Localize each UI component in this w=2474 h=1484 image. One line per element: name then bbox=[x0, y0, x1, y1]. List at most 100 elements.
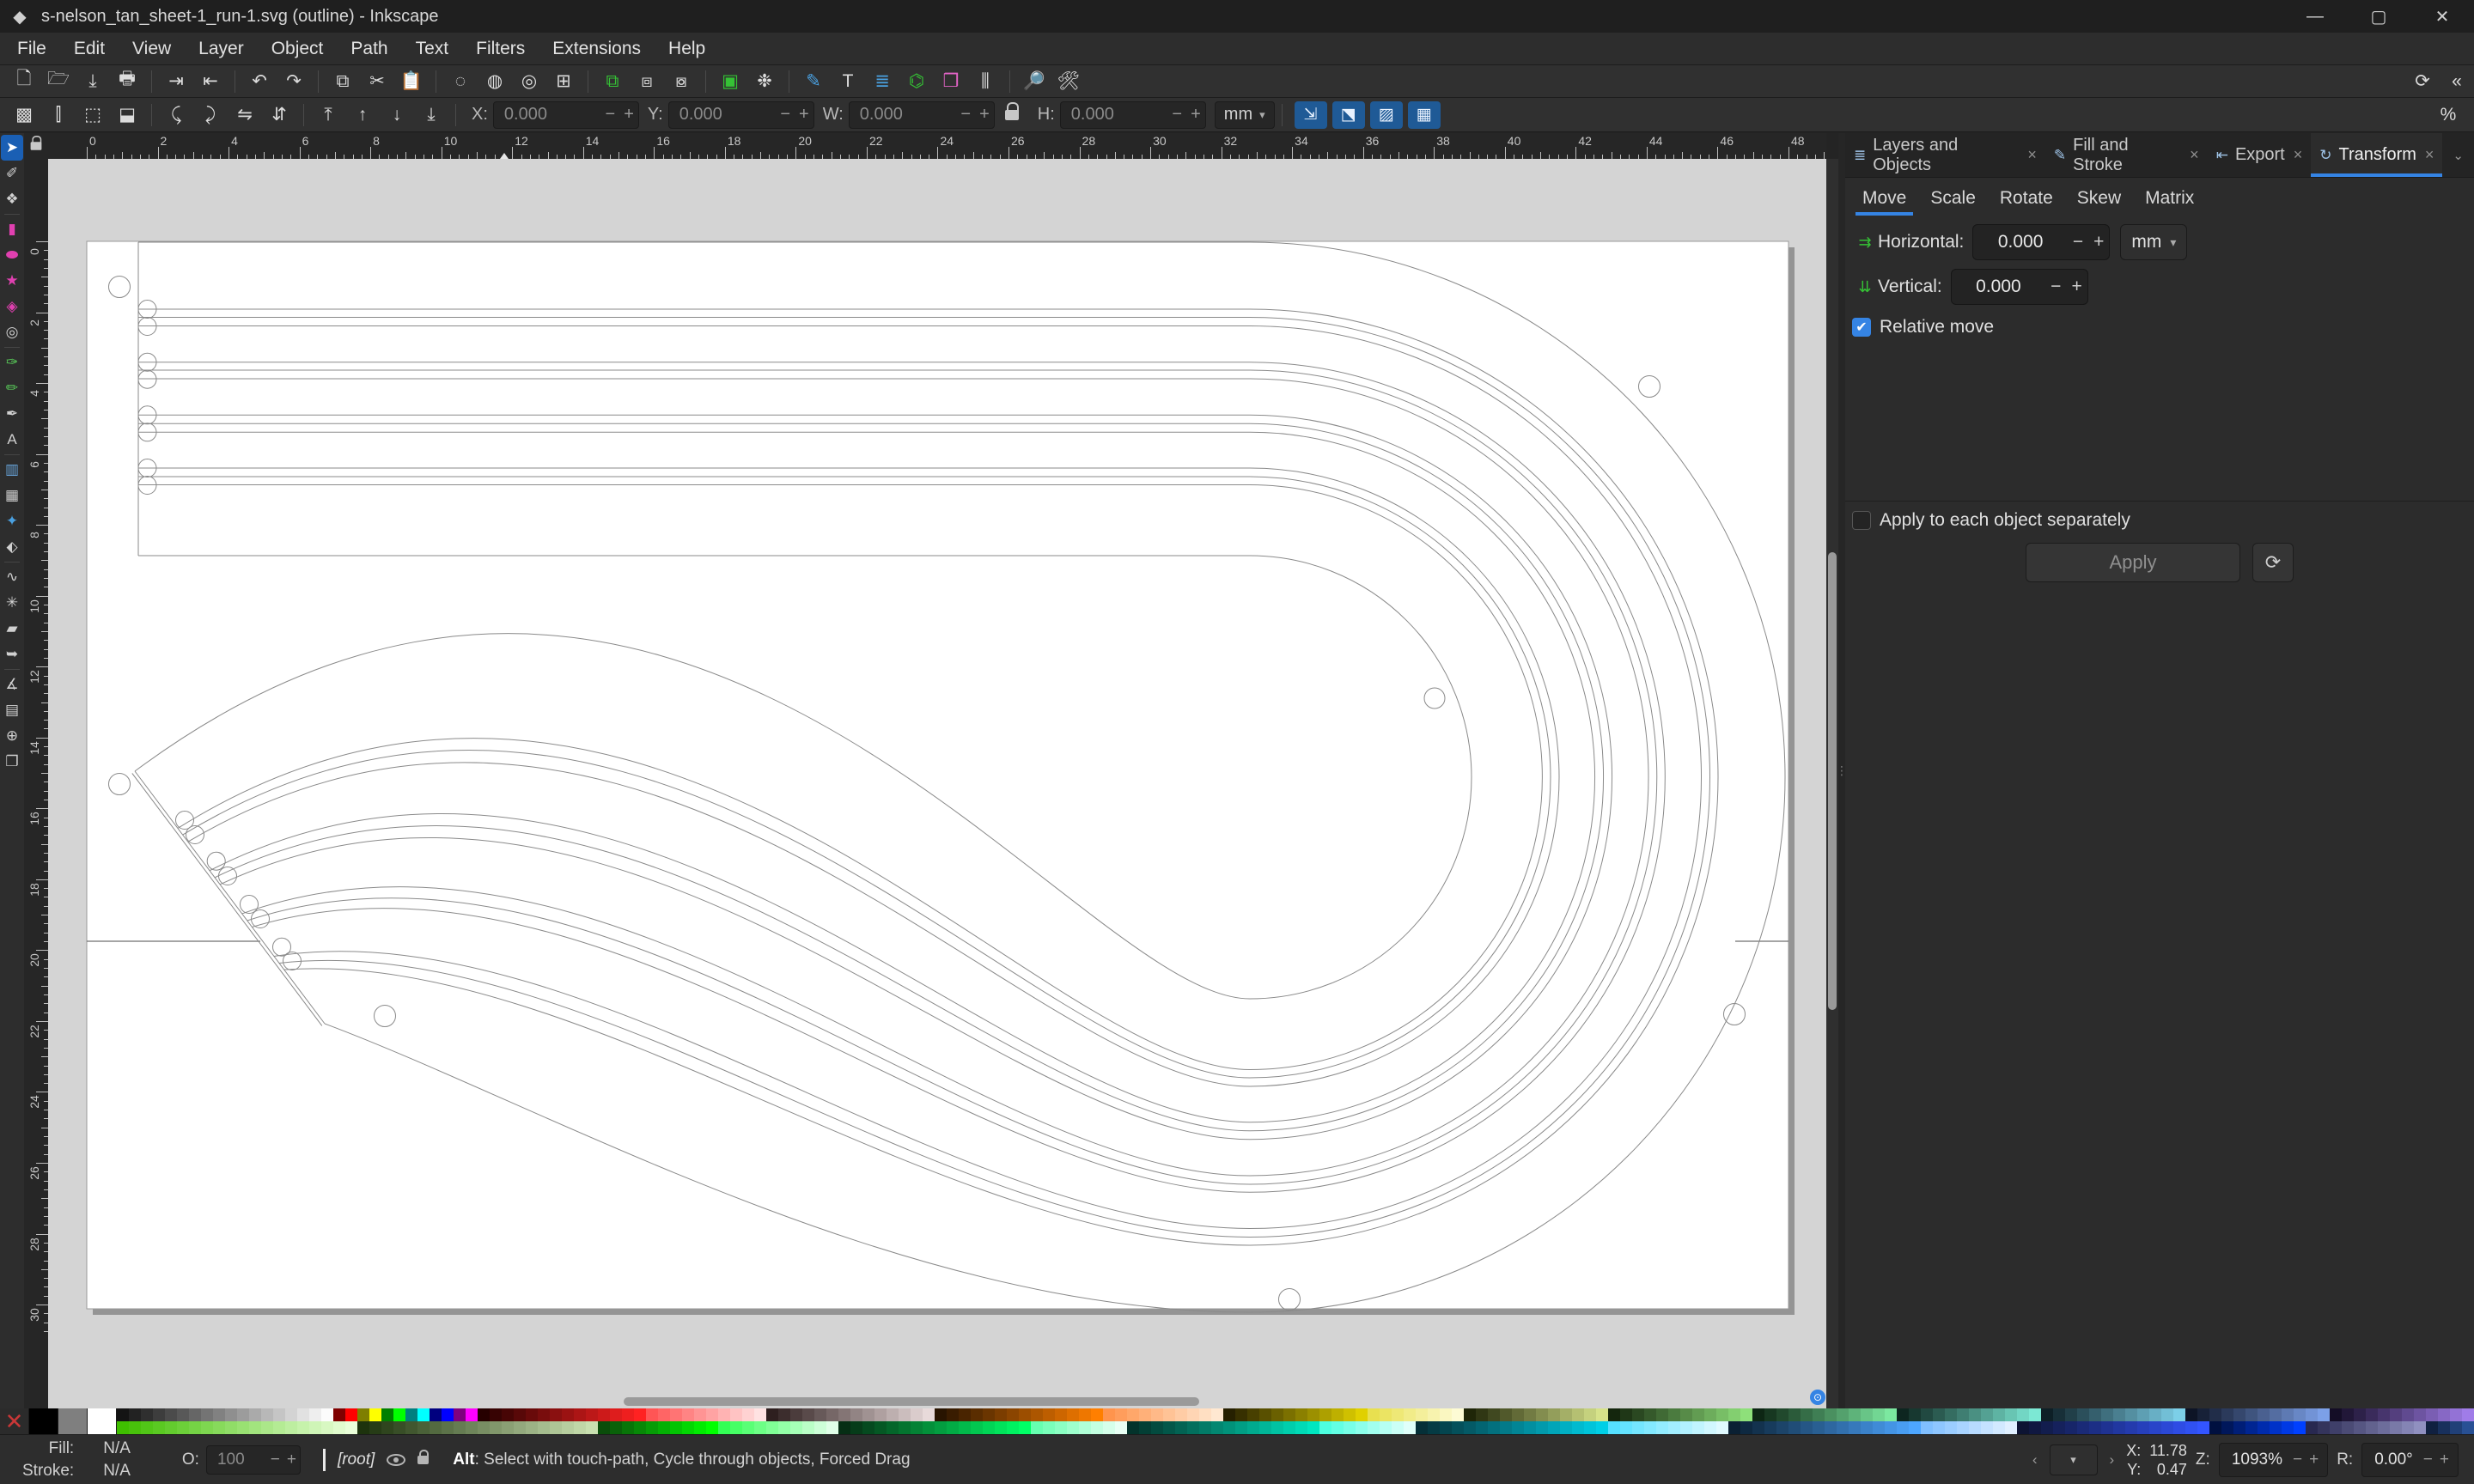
layer-visibility-icon[interactable] bbox=[387, 1454, 405, 1466]
spiral-tool[interactable]: ◎ bbox=[1, 319, 23, 345]
palette-swatch[interactable] bbox=[718, 1408, 730, 1421]
palette-swatch[interactable] bbox=[1043, 1408, 1055, 1421]
palette-swatch[interactable] bbox=[1656, 1408, 1668, 1421]
palette-swatch[interactable] bbox=[1813, 1408, 1825, 1421]
palette-swatch[interactable] bbox=[1115, 1421, 1127, 1434]
palette-swatch[interactable] bbox=[466, 1408, 478, 1421]
palette-swatch[interactable] bbox=[393, 1421, 405, 1434]
palette-swatch[interactable] bbox=[1969, 1421, 1981, 1434]
palette-swatch[interactable] bbox=[345, 1421, 357, 1434]
palette-swatch[interactable] bbox=[201, 1421, 213, 1434]
palette-swatch[interactable] bbox=[1019, 1421, 1031, 1434]
palette-swatch[interactable] bbox=[2053, 1421, 2065, 1434]
palette-swatch[interactable] bbox=[1524, 1421, 1536, 1434]
palette-swatch[interactable] bbox=[1740, 1408, 1752, 1421]
palette-swatch[interactable] bbox=[1704, 1408, 1716, 1421]
palette-swatch[interactable] bbox=[369, 1421, 381, 1434]
palette-swatch[interactable] bbox=[321, 1408, 333, 1421]
palette-swatch[interactable] bbox=[1091, 1421, 1103, 1434]
palette-swatch[interactable] bbox=[2438, 1421, 2450, 1434]
palette-swatch[interactable] bbox=[670, 1408, 682, 1421]
palette-swatch[interactable] bbox=[369, 1408, 381, 1421]
palette-swatch[interactable] bbox=[1151, 1408, 1163, 1421]
transform-tab-skew[interactable]: Skew bbox=[2069, 185, 2130, 216]
prev-layer-icon[interactable]: ‹ bbox=[2029, 1451, 2041, 1469]
h-field[interactable]: 0.000−+ bbox=[1060, 101, 1206, 129]
w-field-value[interactable]: 0.000 bbox=[850, 105, 957, 125]
palette-swatch[interactable] bbox=[1488, 1408, 1500, 1421]
palette-swatch[interactable] bbox=[2258, 1408, 2270, 1421]
vertical-value[interactable]: 0.000 bbox=[1952, 277, 2045, 297]
palette-swatch[interactable] bbox=[333, 1408, 345, 1421]
palette-swatch[interactable] bbox=[754, 1421, 766, 1434]
palette-swatch[interactable] bbox=[935, 1408, 947, 1421]
palette-swatch[interactable] bbox=[1716, 1421, 1728, 1434]
palette-swatch[interactable] bbox=[2221, 1421, 2233, 1434]
minimize-button[interactable]: — bbox=[2283, 0, 2347, 33]
palette-swatch[interactable] bbox=[153, 1421, 165, 1434]
zoom-input[interactable]: 1093% − + bbox=[2219, 1443, 2328, 1477]
text-dialog-icon[interactable]: T bbox=[831, 68, 865, 95]
palette-swatch[interactable] bbox=[923, 1421, 935, 1434]
cut-icon[interactable]: ✂ bbox=[360, 68, 394, 95]
palette-swatch[interactable] bbox=[405, 1421, 417, 1434]
palette-swatch[interactable] bbox=[562, 1408, 574, 1421]
opacity-minus-button[interactable]: − bbox=[267, 1451, 283, 1469]
palette-swatch[interactable] bbox=[2342, 1421, 2354, 1434]
palette-swatch[interactable] bbox=[1764, 1421, 1776, 1434]
preferences-icon[interactable]: 🛠 bbox=[1051, 68, 1086, 95]
palette-swatch[interactable] bbox=[2101, 1421, 2113, 1434]
palette-swatch[interactable] bbox=[1368, 1408, 1380, 1421]
vertical-scrollbar[interactable] bbox=[1826, 159, 1838, 1408]
palette-swatch[interactable] bbox=[2209, 1408, 2221, 1421]
palette-swatch[interactable] bbox=[538, 1408, 550, 1421]
tweak-tool[interactable]: ∿ bbox=[1, 564, 23, 590]
palette-swatch[interactable] bbox=[1452, 1421, 1464, 1434]
frames-tool[interactable]: ❐ bbox=[1, 749, 23, 775]
palette-swatch[interactable] bbox=[297, 1421, 309, 1434]
palette-swatch[interactable] bbox=[2017, 1421, 2029, 1434]
palette-swatch[interactable] bbox=[1428, 1408, 1440, 1421]
opacity-plus-button[interactable]: + bbox=[283, 1451, 300, 1469]
zoom-minus-button[interactable]: − bbox=[2289, 1451, 2306, 1469]
palette-swatch[interactable] bbox=[165, 1408, 177, 1421]
palette-swatch[interactable] bbox=[1404, 1421, 1416, 1434]
palette-swatch[interactable] bbox=[2077, 1408, 2089, 1421]
palette-swatch[interactable] bbox=[1897, 1421, 1909, 1434]
palette-swatch[interactable] bbox=[850, 1421, 862, 1434]
palette-swatch[interactable] bbox=[1103, 1408, 1115, 1421]
flip-horizontal-icon[interactable]: ⇋ bbox=[228, 101, 262, 129]
palette-swatch[interactable] bbox=[2041, 1408, 2053, 1421]
palette-swatch[interactable] bbox=[273, 1421, 285, 1434]
text-tool[interactable]: A bbox=[1, 427, 23, 453]
select-same-fill-icon[interactable]: ▣ bbox=[713, 68, 747, 95]
flip-vertical-icon[interactable]: ⇵ bbox=[262, 101, 296, 129]
palette-swatch[interactable] bbox=[1079, 1421, 1091, 1434]
current-layer-label[interactable]: [root] bbox=[338, 1451, 375, 1469]
palette-swatch[interactable] bbox=[454, 1421, 466, 1434]
palette-swatch[interactable] bbox=[1211, 1421, 1223, 1434]
x-field-plus[interactable]: + bbox=[619, 105, 638, 125]
layers-dialog-icon[interactable]: ≣ bbox=[865, 68, 899, 95]
transform-unit-select[interactable]: mm ▾ bbox=[2120, 224, 2187, 260]
palette-swatch[interactable] bbox=[887, 1408, 899, 1421]
palette-swatch[interactable] bbox=[1344, 1408, 1356, 1421]
palette-swatch[interactable] bbox=[1608, 1421, 1620, 1434]
w-field-plus[interactable]: + bbox=[975, 105, 994, 125]
raise-icon[interactable]: ↑ bbox=[345, 101, 380, 129]
palette-swatch[interactable] bbox=[923, 1408, 935, 1421]
palette-swatch[interactable] bbox=[2149, 1421, 2161, 1434]
palette-swatch[interactable] bbox=[911, 1421, 923, 1434]
palette-swatch[interactable] bbox=[1007, 1421, 1019, 1434]
menu-text[interactable]: Text bbox=[404, 35, 461, 63]
palette-swatch[interactable] bbox=[1380, 1421, 1392, 1434]
palette-swatch[interactable] bbox=[899, 1421, 911, 1434]
reset-button[interactable]: ⟳ bbox=[2252, 543, 2294, 582]
dock-tab-export[interactable]: ⇤Export× bbox=[2208, 133, 2312, 177]
x-field[interactable]: 0.000−+ bbox=[493, 101, 639, 129]
palette-swatch[interactable] bbox=[2294, 1408, 2306, 1421]
palette-swatch[interactable] bbox=[1259, 1421, 1271, 1434]
palette-swatch[interactable] bbox=[1632, 1421, 1644, 1434]
spray-tool[interactable]: ✳ bbox=[1, 590, 23, 616]
palette-swatch[interactable] bbox=[1825, 1421, 1837, 1434]
